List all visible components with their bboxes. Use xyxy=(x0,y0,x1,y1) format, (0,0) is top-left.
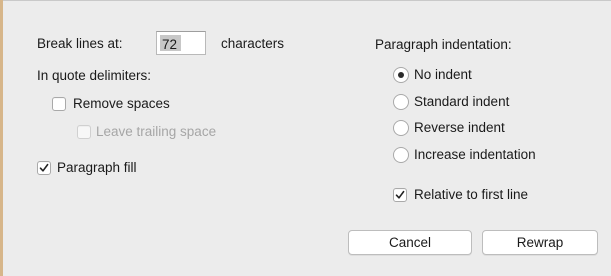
radio-button-reverse-indent[interactable] xyxy=(393,120,409,136)
sheet-edge xyxy=(0,0,3,276)
break-lines-label: Break lines at: xyxy=(37,36,123,51)
radio-button-standard-indent[interactable] xyxy=(393,94,409,110)
paragraph-fill-checkbox[interactable] xyxy=(37,161,51,175)
radio-label-reverse-indent: Reverse indent xyxy=(414,120,505,135)
paragraph-fill-label: Paragraph fill xyxy=(57,160,137,175)
radio-label-increase-indentation: Increase indentation xyxy=(414,147,536,162)
leave-trailing-space-label: Leave trailing space xyxy=(96,124,217,139)
leave-trailing-space-checkbox xyxy=(77,125,91,139)
radio-button-increase-indentation[interactable] xyxy=(393,147,409,163)
characters-label: characters xyxy=(221,36,285,51)
remove-spaces-checkbox[interactable] xyxy=(52,97,66,111)
checkmark-icon xyxy=(395,190,405,199)
paragraph-indentation-heading: Paragraph indentation: xyxy=(375,37,512,52)
break-lines-value: 72 xyxy=(162,37,178,52)
sheet-top-border xyxy=(3,0,611,1)
radio-label-standard-indent: Standard indent xyxy=(414,94,510,109)
checkmark-icon xyxy=(39,163,49,172)
quote-delimiters-heading: In quote delimiters: xyxy=(37,68,152,83)
relative-to-first-line-label: Relative to first line xyxy=(414,187,529,202)
cancel-button[interactable]: Cancel xyxy=(348,230,472,255)
remove-spaces-label: Remove spaces xyxy=(73,96,170,111)
rewrap-button[interactable]: Rewrap xyxy=(482,230,598,255)
radio-button-no-indent[interactable] xyxy=(393,67,409,83)
radio-dot-icon xyxy=(398,72,404,78)
relative-to-first-line-checkbox[interactable] xyxy=(393,188,407,202)
radio-label-no-indent: No indent xyxy=(414,67,472,82)
